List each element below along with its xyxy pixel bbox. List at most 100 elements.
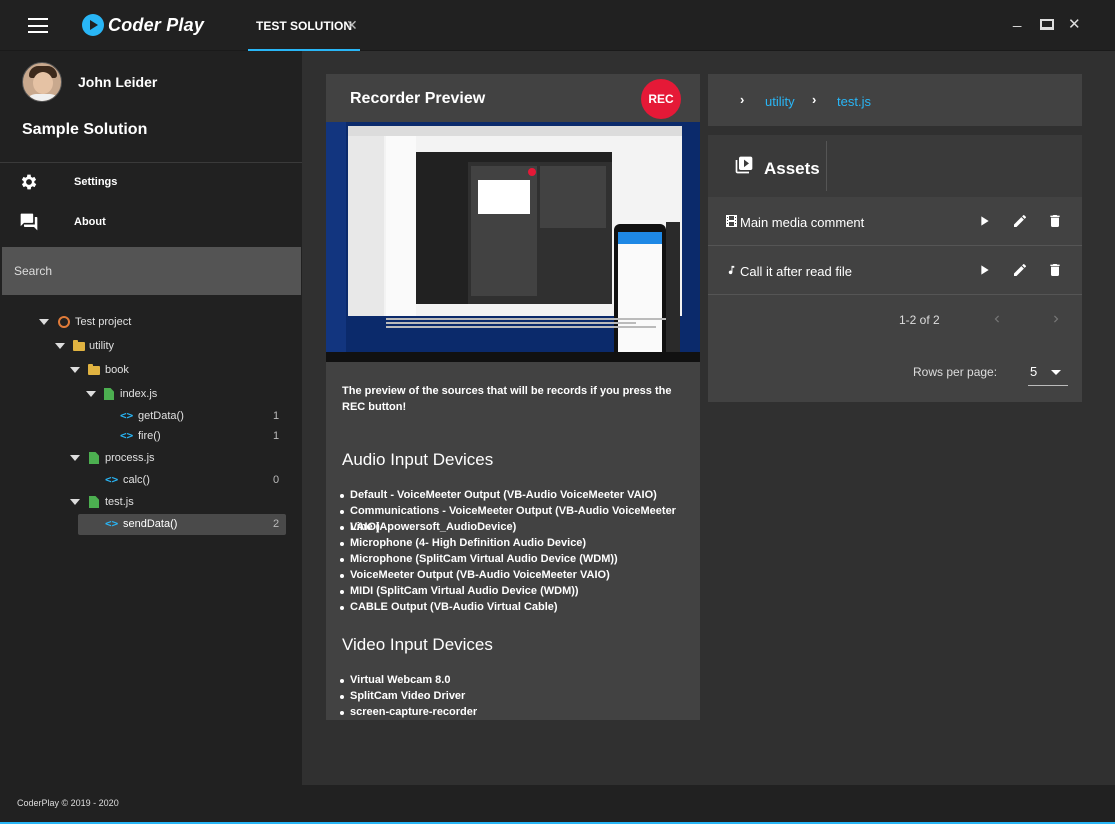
recorder-title: Recorder Preview [350, 90, 486, 107]
divider [826, 141, 827, 191]
tab-close-icon[interactable]: ✕ [346, 17, 358, 34]
edit-icon[interactable] [1012, 213, 1028, 229]
tree-item-index-js[interactable]: index.js [0, 384, 302, 404]
list-item: VoiceMeeter Output (VB-Audio VoiceMeeter… [340, 567, 700, 583]
file-icon [89, 496, 99, 508]
asset-label: Call it after read file [740, 264, 852, 279]
tree-item-process-js[interactable]: process.js [0, 448, 302, 468]
screen-preview [326, 122, 700, 362]
code-icon: <> [120, 429, 134, 442]
caret-down-icon [1051, 370, 1061, 375]
video-devices-title: Video Input Devices [342, 635, 493, 654]
code-icon: <> [105, 517, 119, 530]
asset-label: Main media comment [740, 215, 865, 230]
tree-item-label: fire() [138, 430, 161, 442]
pagination-text: 1-2 of 2 [899, 313, 940, 327]
tab-test-solution[interactable]: TEST SOLUTION ✕ [248, 0, 360, 51]
music-note-icon [728, 265, 735, 275]
list-item: Microphone (SplitCam Virtual Audio Devic… [340, 551, 700, 567]
edit-icon[interactable] [1012, 262, 1028, 278]
sidebar-item-settings[interactable]: Settings [0, 162, 302, 202]
tree-item-label: sendData() [123, 518, 178, 530]
tree-item-senddata[interactable]: <> sendData() 2 [0, 514, 302, 534]
chevron-down-icon[interactable] [70, 455, 80, 461]
rec-button[interactable]: REC [641, 79, 681, 119]
maximize-button[interactable] [1040, 19, 1054, 30]
user-name: John Leider [78, 74, 158, 90]
tree-item-label: process.js [105, 452, 155, 464]
list-item: Line (Apowersoft_AudioDevice) [340, 519, 700, 535]
footer-copyright: CoderPlay © 2019 - 2020 [17, 798, 119, 808]
recorder-description: The preview of the sources that will be … [342, 385, 672, 413]
asset-row[interactable]: Main media comment [708, 198, 1082, 246]
breadcrumb-item-test-js[interactable]: test.js [837, 94, 871, 109]
tree-item-label: test.js [105, 496, 134, 508]
tab-label: TEST SOLUTION [256, 19, 352, 33]
assets-title: Assets [764, 159, 820, 178]
tree-item-calc[interactable]: <> calc() 0 [0, 470, 302, 490]
chevron-right-icon[interactable] [1049, 311, 1063, 327]
asset-row[interactable]: Call it after read file [708, 247, 1082, 295]
chevron-down-icon[interactable] [86, 391, 96, 397]
list-item: MIDI (SplitCam Virtual Audio Device (WDM… [340, 583, 700, 599]
video-library-icon [735, 156, 753, 174]
app-logo: Coder Play [82, 14, 204, 36]
reference-count: 1 [273, 410, 280, 422]
audio-devices-title: Audio Input Devices [342, 450, 494, 469]
search-field[interactable] [2, 247, 301, 295]
rows-per-page-label: Rows per page: [913, 365, 998, 379]
close-window-button[interactable]: ✕ [1068, 15, 1081, 33]
recorder-preview-image [326, 122, 700, 362]
footer: CoderPlay © 2019 - 2020 [0, 785, 1115, 822]
code-icon: <> [120, 409, 134, 422]
breadcrumb-item-utility[interactable]: utility [765, 94, 795, 109]
list-item: Virtual Webcam 8.0 [339, 672, 477, 688]
chevron-down-icon[interactable] [70, 499, 80, 505]
recorder-header: Recorder Preview REC [326, 74, 700, 122]
chevron-down-icon[interactable] [39, 319, 49, 325]
assets-header: Assets [708, 135, 1082, 197]
reference-count: 2 [273, 518, 280, 530]
tree-item-test-js[interactable]: test.js [0, 492, 302, 512]
tree-item-label: Test project [75, 316, 132, 328]
video-device-list: Virtual Webcam 8.0 SplitCam Video Driver… [339, 672, 478, 720]
tree-item-book[interactable]: book [0, 360, 302, 380]
search-input[interactable] [2, 247, 301, 295]
minimize-button[interactable]: _ [1013, 11, 1021, 28]
list-item: Default - VoiceMeeter Output (VB-Audio V… [340, 487, 700, 503]
film-icon [726, 215, 737, 227]
avatar[interactable] [22, 62, 62, 102]
list-item: CABLE Output (VB-Audio Virtual Cable) [340, 599, 700, 615]
tree-item-utility[interactable]: utility [0, 336, 302, 356]
chevron-left-icon[interactable] [990, 311, 1004, 327]
tree-item-label: getData() [138, 410, 184, 422]
assets-panel: Assets Main media comment Call it after … [708, 135, 1082, 402]
tree-item-fire[interactable]: <> fire() 1 [0, 426, 302, 446]
list-item: Microphone (4- High Definition Audio Dev… [340, 535, 700, 551]
tree-item-test-project[interactable]: Test project [0, 312, 302, 332]
list-item: Communications - VoiceMeeter Output (VB-… [340, 503, 700, 533]
file-icon [104, 388, 114, 400]
chevron-down-icon[interactable] [70, 367, 80, 373]
menu-icon[interactable] [28, 18, 48, 33]
folder-icon [88, 364, 100, 375]
folder-icon [73, 340, 85, 351]
tree-item-getdata[interactable]: <> getData() 1 [0, 406, 302, 426]
delete-icon[interactable] [1047, 262, 1063, 278]
list-item: SplitCam Video Driver [339, 688, 477, 704]
delete-icon[interactable] [1047, 213, 1063, 229]
chevron-down-icon[interactable] [55, 343, 65, 349]
audio-device-list: Default - VoiceMeeter Output (VB-Audio V… [340, 487, 700, 615]
app-name: Coder Play [108, 14, 205, 35]
reference-count: 1 [273, 430, 280, 442]
list-item: screen-capture-recorder [339, 706, 478, 718]
tree-item-label: index.js [120, 388, 158, 400]
sidebar-item-about[interactable]: About [0, 202, 302, 242]
breadcrumb: › utility › test.js [708, 74, 1082, 126]
forum-icon [20, 213, 38, 231]
play-logo-icon [82, 14, 104, 36]
gear-icon [21, 174, 37, 190]
play-icon[interactable] [976, 213, 992, 229]
play-icon[interactable] [976, 262, 992, 278]
rows-per-page-select[interactable]: 5 [1028, 359, 1068, 386]
